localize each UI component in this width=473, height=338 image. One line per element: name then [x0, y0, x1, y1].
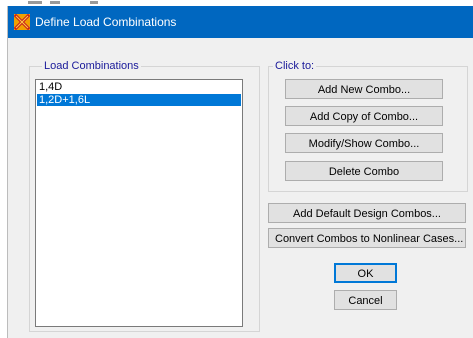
ok-button[interactable]: OK [334, 263, 397, 283]
window-title: Define Load Combinations [35, 15, 177, 29]
add-default-design-combos-button[interactable]: Add Default Design Combos... [268, 203, 466, 223]
toolbar-mark [90, 1, 98, 4]
title-bar[interactable]: Define Load Combinations [8, 6, 473, 38]
toolbar-mark [28, 1, 42, 4]
cancel-button[interactable]: Cancel [334, 290, 397, 310]
list-item[interactable]: 1,4D [37, 81, 241, 93]
delete-combo-button[interactable]: Delete Combo [285, 161, 443, 181]
load-combinations-list[interactable]: 1,4D 1,2D+1,6L [35, 79, 243, 327]
click-to-label: Click to: [273, 60, 317, 72]
list-item[interactable]: 1,2D+1,6L [37, 94, 241, 106]
sap-x-icon [14, 14, 30, 30]
load-combinations-label: Load Combinations [42, 60, 141, 72]
add-copy-of-combo-button[interactable]: Add Copy of Combo... [285, 106, 443, 126]
toolbar-mark [50, 1, 60, 4]
modify-show-combo-button[interactable]: Modify/Show Combo... [285, 133, 443, 153]
add-new-combo-button[interactable]: Add New Combo... [285, 79, 443, 99]
convert-combos-button[interactable]: Convert Combos to Nonlinear Cases... [268, 228, 466, 248]
